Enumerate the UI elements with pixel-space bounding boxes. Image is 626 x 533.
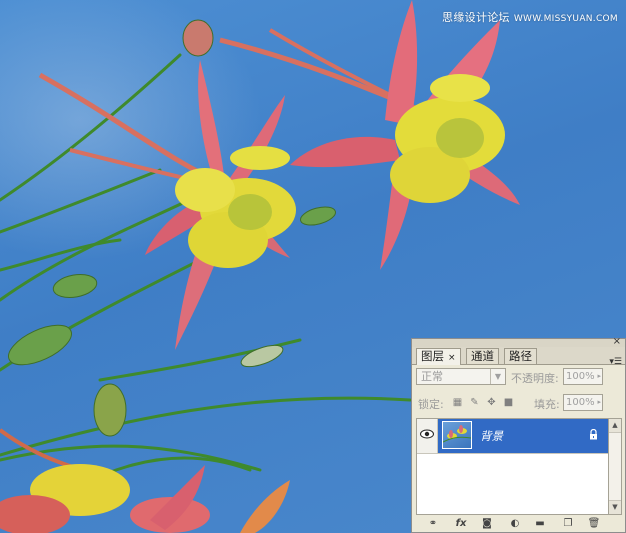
- scroll-down-icon[interactable]: ▼: [609, 500, 621, 514]
- lock-image-icon[interactable]: ✎: [469, 397, 480, 408]
- chevron-right-icon: ▸: [597, 372, 601, 380]
- adjustment-icon[interactable]: ◐: [508, 518, 522, 530]
- panel-close-button[interactable]: ×: [613, 337, 621, 347]
- layer-thumbnail: [442, 421, 472, 449]
- tab-layers-label: 图层: [421, 349, 444, 363]
- link-icon[interactable]: ⚭: [424, 518, 442, 530]
- lock-row: 锁定: ▦ ✎ ✥ ■ 填充: 100% ▸: [412, 393, 625, 415]
- tab-channels-label: 通道: [471, 349, 494, 363]
- watermark-site: WWW.MISSYUAN.COM: [513, 14, 618, 24]
- folder-icon[interactable]: ▬: [533, 518, 547, 530]
- fx-icon[interactable]: fx: [452, 518, 470, 530]
- opacity-label: 不透明度:: [511, 372, 559, 385]
- mask-icon[interactable]: ◙: [480, 518, 494, 530]
- opacity-value: 100%: [566, 371, 595, 382]
- fill-input[interactable]: 100% ▸: [563, 394, 603, 411]
- fill-label: 填充:: [534, 398, 560, 411]
- layer-selected[interactable]: 背景: [438, 419, 608, 453]
- tab-paths[interactable]: 路径: [504, 348, 537, 364]
- lock-label: 锁定:: [418, 398, 444, 411]
- blend-mode-select[interactable]: 正常 ▼: [416, 368, 506, 385]
- layer-row[interactable]: 背景: [417, 419, 608, 454]
- lock-position-icon[interactable]: ✥: [486, 397, 497, 408]
- fill-value: 100%: [566, 397, 595, 408]
- tab-paths-label: 路径: [509, 349, 532, 363]
- layers-list: 背景: [416, 418, 609, 515]
- layer-name[interactable]: 背景: [480, 428, 503, 444]
- panel-bottom-bar: ⚭ fx ◙ ◐ ▬ ❐ 🗑: [412, 516, 625, 532]
- layers-panel: × 图层 × 通道 路径 ▾☰ 正常 ▼ 不透明度: 100% ▸ 锁定: ▦ ✎…: [411, 337, 626, 533]
- blend-row: 正常 ▼ 不透明度: 100% ▸: [412, 366, 625, 388]
- watermark-text: 思缘设计论坛: [442, 11, 510, 24]
- tab-close-icon[interactable]: ×: [448, 353, 456, 363]
- layers-scrollbar[interactable]: ▲ ▼: [609, 418, 622, 515]
- blend-mode-value: 正常: [421, 370, 443, 383]
- eye-icon: [420, 429, 434, 439]
- visibility-toggle[interactable]: [417, 419, 438, 453]
- lock-transparency-icon[interactable]: ▦: [452, 397, 463, 408]
- panel-tabs: 图层 × 通道 路径 ▾☰: [412, 347, 625, 367]
- chevron-right-icon: ▸: [597, 398, 601, 406]
- lock-all-icon[interactable]: ■: [503, 397, 514, 408]
- chevron-down-icon: ▼: [490, 369, 505, 384]
- watermark: 思缘设计论坛 WWW.MISSYUAN.COM: [442, 9, 618, 25]
- scroll-up-icon[interactable]: ▲: [609, 419, 621, 433]
- close-icon: ×: [612, 336, 621, 347]
- tab-channels[interactable]: 通道: [466, 348, 499, 364]
- lock-icon: [590, 429, 597, 440]
- tab-layers[interactable]: 图层 ×: [416, 348, 461, 365]
- new-layer-icon[interactable]: ❐: [561, 518, 575, 530]
- trash-icon[interactable]: 🗑: [587, 518, 601, 530]
- opacity-input[interactable]: 100% ▸: [563, 368, 603, 385]
